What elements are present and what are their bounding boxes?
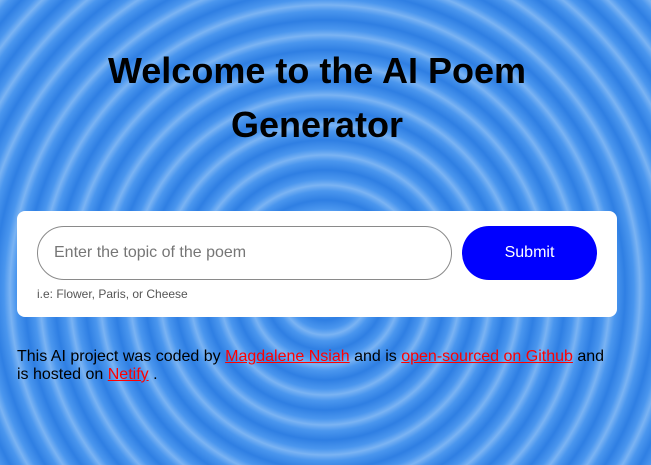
page-title: Welcome to the AI Poem Generator xyxy=(107,50,527,145)
netlify-link[interactable]: Netify xyxy=(108,366,149,383)
input-hint: i.e: Flower, Paris, or Cheese xyxy=(37,287,188,301)
footer-text: . xyxy=(148,366,158,383)
author-link[interactable]: Magdalene Nsiah xyxy=(225,348,350,365)
footer-text: and is xyxy=(349,348,402,365)
topic-input[interactable] xyxy=(37,226,452,280)
submit-button[interactable]: Submit xyxy=(462,226,597,280)
poem-form: Submit i.e: Flower, Paris, or Cheese xyxy=(17,211,617,317)
footer-credits: This AI project was coded by Magdalene N… xyxy=(17,348,617,384)
github-link[interactable]: open-sourced on Github xyxy=(401,348,573,365)
footer-text: This AI project was coded by xyxy=(17,348,226,365)
